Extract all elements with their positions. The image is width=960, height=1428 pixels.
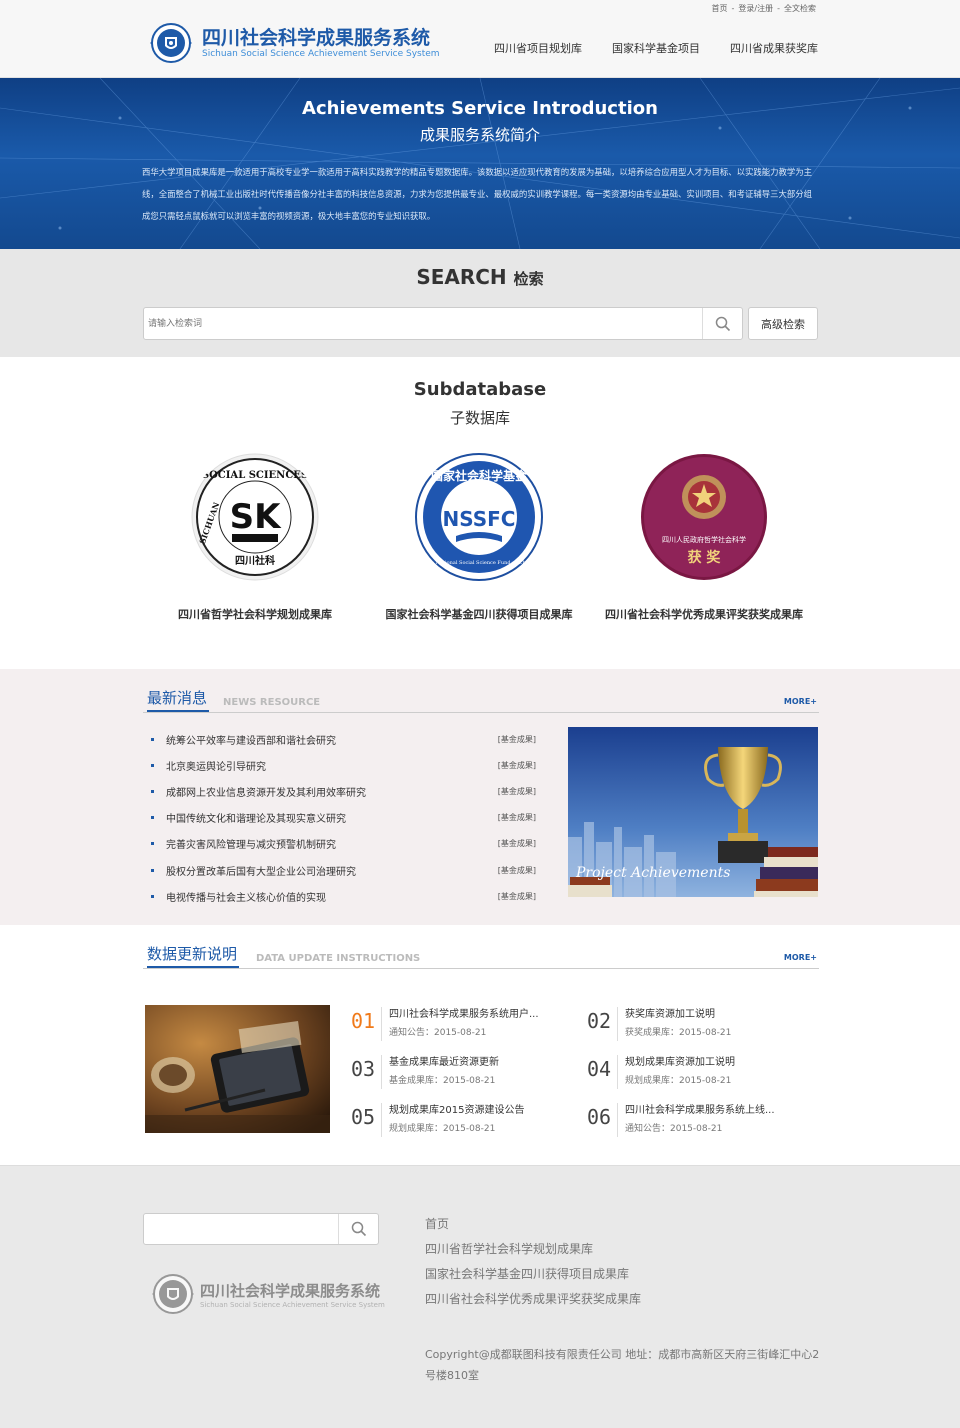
- svg-text:NSSFC: NSSFC: [443, 507, 516, 531]
- footer-logo[interactable]: 四川社会科学成果服务系统 Sichuan Social Science Achi…: [148, 1271, 385, 1317]
- subdatabase-item-national-fund[interactable]: 国家社会科学基金 NSSFC The National Social Scien…: [359, 452, 599, 622]
- logo-subtitle: Sichuan Social Science Achievement Servi…: [202, 48, 440, 59]
- search-button[interactable]: [702, 308, 742, 339]
- news-item[interactable]: 成都网上农业信息资源开发及其利用效率研究 [基金成果]: [148, 778, 540, 804]
- search-icon: [715, 316, 730, 331]
- subdatabase-label[interactable]: 国家社会科学基金四川获得项目成果库: [359, 606, 599, 622]
- search-section: SEARCH 检索 高级检索: [0, 249, 960, 357]
- subdatabase-label[interactable]: 四川省哲学社会科学规划成果库: [135, 606, 375, 622]
- main-nav: 四川省项目规划库 国家科学基金项目 四川省成果获奖库: [494, 40, 818, 56]
- update-title: 数据更新说明: [147, 943, 240, 968]
- banner-title: Achievements Service Introduction: [302, 98, 658, 119]
- banner-subtitle: 成果服务系统简介: [419, 126, 540, 144]
- top-links: 首页 - 登录/注册 - 全文检索: [711, 4, 816, 13]
- footer-logo-subtitle: Sichuan Social Science Achievement Servi…: [200, 1300, 385, 1309]
- footer-link-national-fund[interactable]: 国家社会科学基金四川获得项目成果库: [425, 1264, 641, 1289]
- news-item[interactable]: 股权分置改革后国有大型企业公司治理研究 [基金成果]: [148, 857, 540, 883]
- update-feature-image[interactable]: [145, 1005, 330, 1133]
- award-emblem-logo: 四川人民政府哲学社会科学 获 奖: [641, 454, 767, 580]
- top-link-home[interactable]: 首页: [712, 4, 728, 13]
- news-section: 最新消息 NEWS RESOURCE MORE+ 统筹公平效率与建设西部和谐社会…: [0, 669, 960, 925]
- news-section-header: 最新消息 NEWS RESOURCE MORE+: [143, 687, 819, 713]
- news-more-link[interactable]: MORE+: [784, 697, 817, 706]
- site-footer: 四川社会科学成果服务系统 Sichuan Social Science Achi…: [0, 1165, 960, 1428]
- subdatabase-label[interactable]: 四川省社会科学优秀成果评奖获奖成果库: [584, 606, 824, 622]
- search-bar: [143, 307, 743, 340]
- subdatabase-title: Subdatabase: [413, 379, 547, 400]
- advanced-search-button[interactable]: 高级检索: [748, 307, 818, 340]
- update-item[interactable]: 02 获奖库资源加工说明 获奖成果库：2015-08-21: [587, 1003, 807, 1043]
- banner-description: 西华大学项目成果库是一款适用于高校专业学一款适用于高科实践教学的精品专题数据库。…: [142, 167, 812, 221]
- svg-text:四川人民政府哲学社会科学: 四川人民政府哲学社会科学: [662, 535, 746, 544]
- emblem-icon: [152, 1274, 194, 1314]
- svg-text:SK: SK: [230, 497, 282, 537]
- update-item[interactable]: 03 基金成果库最近资源更新 基金成果库：2015-08-21: [351, 1051, 571, 1091]
- svg-text:The National Social Science Fu: The National Social Science Fund of Chin…: [425, 560, 534, 566]
- update-item[interactable]: 05 规划成果库2015资源建设公告 规划成果库：2015-08-21: [351, 1099, 571, 1139]
- subdatabase-section: Subdatabase 子数据库 SOCIAL SCIENCES SICHUAN…: [0, 357, 960, 669]
- subdatabase-item-sichuan-plan[interactable]: SOCIAL SCIENCES SICHUAN SK 四川社科 四川省哲学社会科…: [135, 452, 375, 622]
- logo-title: 四川社会科学成果服务系统: [202, 26, 431, 49]
- subdatabase-subtitle: 子数据库: [449, 409, 510, 427]
- update-more-link[interactable]: MORE+: [784, 953, 817, 962]
- site-header: 首页 - 登录/注册 - 全文检索 四川社会科学成果服务系统 Sichuan Socia…: [0, 0, 960, 78]
- nav-provincial-plan-db[interactable]: 四川省项目规划库: [494, 40, 582, 56]
- search-icon: [351, 1221, 366, 1237]
- desk-tablet-illustration: [145, 1005, 330, 1133]
- intro-banner: Achievements Service Introduction 成果服务系统…: [0, 78, 960, 249]
- update-item[interactable]: 01 四川社会科学成果服务系统用户... 通知公告：2015-08-21: [351, 1003, 571, 1043]
- search-input[interactable]: [144, 308, 704, 339]
- footer-link-sichuan-plan[interactable]: 四川省哲学社会科学规划成果库: [425, 1239, 641, 1264]
- footer-search-button[interactable]: [338, 1214, 378, 1244]
- news-item[interactable]: 电视传播与社会主义核心价值的实现 [基金成果]: [148, 883, 540, 909]
- svg-text:获 奖: 获 奖: [688, 549, 722, 566]
- news-item[interactable]: 完善灾害风险管理与减灾预警机制研究 [基金成果]: [148, 831, 540, 857]
- footer-link-awards[interactable]: 四川省社会科学优秀成果评奖获奖成果库: [425, 1289, 641, 1314]
- news-item[interactable]: 统筹公平效率与建设西部和谐社会研究 [基金成果]: [148, 726, 540, 752]
- nssfc-logo: 国家社会科学基金 NSSFC The National Social Scien…: [415, 453, 543, 581]
- top-link-login[interactable]: 登录/注册: [738, 4, 773, 13]
- update-title-en: DATA UPDATE INSTRUCTIONS: [256, 953, 421, 964]
- footer-logo-title: 四川社会科学成果服务系统: [200, 1281, 381, 1300]
- subdatabase-item-awards[interactable]: 四川人民政府哲学社会科学 获 奖 四川省社会科学优秀成果评奖获奖成果库: [584, 452, 824, 622]
- news-item[interactable]: 中国传统文化和谐理论及其现实意义研究 [基金成果]: [148, 805, 540, 831]
- news-title-en: NEWS RESOURCE: [223, 697, 321, 708]
- data-update-section: 数据更新说明 DATA UPDATE INSTRUCTIONS MORE+ 01: [0, 925, 960, 1165]
- news-image-caption: Project Achievements: [576, 865, 731, 881]
- news-feature-image[interactable]: Project Achievements: [568, 727, 818, 897]
- news-item[interactable]: 北京奥运舆论引导研究 [基金成果]: [148, 752, 540, 778]
- copyright-text: Copyright@成都联图科技有限责任公司 地址：成都市高新区天府三街峰汇中心…: [425, 1348, 820, 1382]
- top-link-fulltext-search[interactable]: 全文检索: [784, 4, 816, 13]
- news-title: 最新消息: [147, 687, 210, 712]
- footer-search-input[interactable]: [144, 1214, 334, 1244]
- svg-text:国家社会科学基金: 国家社会科学基金: [431, 468, 528, 483]
- emblem-icon: [146, 20, 196, 66]
- update-item[interactable]: 04 规划成果库资源加工说明 规划成果库：2015-08-21: [587, 1051, 807, 1091]
- sichuan-social-sciences-logo: SOCIAL SCIENCES SICHUAN SK 四川社科: [191, 453, 319, 581]
- site-logo[interactable]: 四川社会科学成果服务系统 Sichuan Social Science Achi…: [146, 20, 440, 66]
- search-heading: SEARCH 检索: [416, 265, 544, 289]
- svg-text:SOCIAL SCIENCES: SOCIAL SCIENCES: [202, 470, 308, 481]
- footer-link-home[interactable]: 首页: [425, 1214, 641, 1239]
- news-list: 统筹公平效率与建设西部和谐社会研究 [基金成果] 北京奥运舆论引导研究 [基金成果]…: [148, 726, 540, 909]
- svg-text:四川社科: 四川社科: [235, 554, 275, 567]
- update-item[interactable]: 06 四川社会科学成果服务系统上线... 通知公告：2015-08-21: [587, 1099, 807, 1139]
- footer-search-bar: [143, 1213, 379, 1245]
- footer-links: 首页 四川省哲学社会科学规划成果库 国家社会科学基金四川获得项目成果库 四川省社…: [425, 1214, 641, 1314]
- nav-national-fund-projects[interactable]: 国家科学基金项目: [612, 40, 700, 56]
- nav-provincial-awards-db[interactable]: 四川省成果获奖库: [730, 40, 818, 56]
- update-section-header: 数据更新说明 DATA UPDATE INSTRUCTIONS MORE+: [143, 943, 819, 969]
